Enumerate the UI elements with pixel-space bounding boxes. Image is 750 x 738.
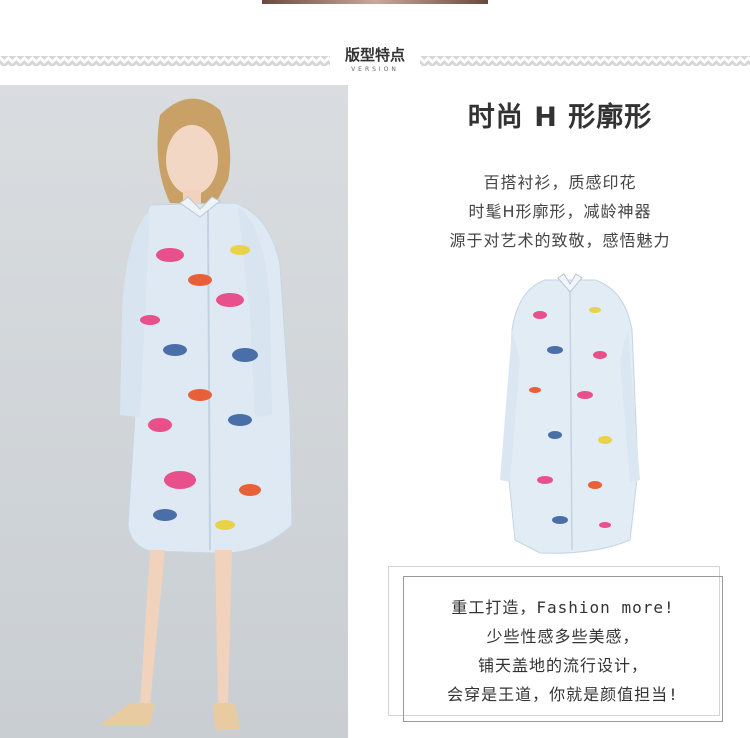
section-subtitle: VERSION [351,66,399,73]
zigzag-divider-left [0,56,330,66]
model-illustration [100,98,293,730]
feature-line: 源于对艺术的致敬，感悟魅力 [449,231,671,250]
zigzag-divider-right [420,56,750,66]
section-title: 版型特点 [344,46,405,64]
model-photo [0,85,348,738]
section-header: 版型特点 VERSION [0,36,750,76]
feature-line: 时髦H形廓形，减龄神器 [468,202,652,221]
feature-list: 百搭衬衫，质感印花 时髦H形廓形，减龄神器 源于对艺术的致敬，感悟魅力 [380,168,740,255]
product-photo [500,270,640,560]
top-banner-strip [262,0,488,4]
headline: 时尚 H 形廓形 [467,102,653,133]
feature-line: 百搭衬衫，质感印花 [483,173,637,192]
product-illustration [500,273,640,554]
promo-line: 重工打造，Fashion more! [451,598,675,617]
promo-line: 铺天盖地的流行设计， [477,656,648,675]
promo-line: 会穿是王道，你就是颜值担当! [447,685,679,704]
promo-line: 少些性感多些美感， [486,627,640,646]
promo-text: 重工打造，Fashion more! 少些性感多些美感， 铺天盖地的流行设计， … [403,593,723,709]
